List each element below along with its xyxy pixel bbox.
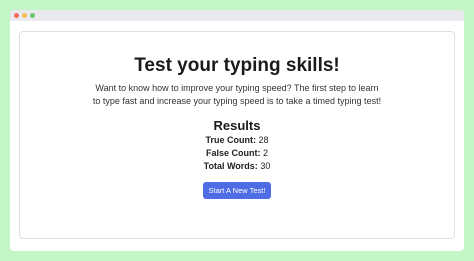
total-words-label: Total Words:	[203, 161, 258, 171]
false-count-row: False Count: 2	[20, 147, 454, 160]
typing-test-card: Test your typing skills! Want to know ho…	[19, 31, 455, 239]
minimize-window-icon[interactable]	[22, 13, 27, 18]
results-section: Results True Count: 28 False Count: 2 To…	[20, 118, 454, 173]
total-words-value: 30	[260, 161, 271, 171]
false-count-label: False Count:	[205, 148, 261, 158]
page-description: Want to know how to improve your typing …	[92, 83, 382, 106]
true-count-row: True Count: 28	[20, 134, 454, 147]
start-new-test-button[interactable]: Start A New Test!	[202, 182, 272, 199]
close-window-icon[interactable]	[14, 13, 19, 18]
maximize-window-icon[interactable]	[30, 13, 35, 18]
total-words-row: Total Words: 30	[20, 160, 454, 173]
false-count-value: 2	[263, 148, 269, 158]
page-title: Test your typing skills!	[134, 55, 340, 76]
browser-window: Test your typing skills! Want to know ho…	[10, 10, 464, 251]
window-titlebar	[10, 10, 464, 21]
true-count-value: 28	[258, 135, 269, 145]
true-count-label: True Count:	[205, 135, 256, 145]
results-heading: Results	[213, 118, 261, 133]
